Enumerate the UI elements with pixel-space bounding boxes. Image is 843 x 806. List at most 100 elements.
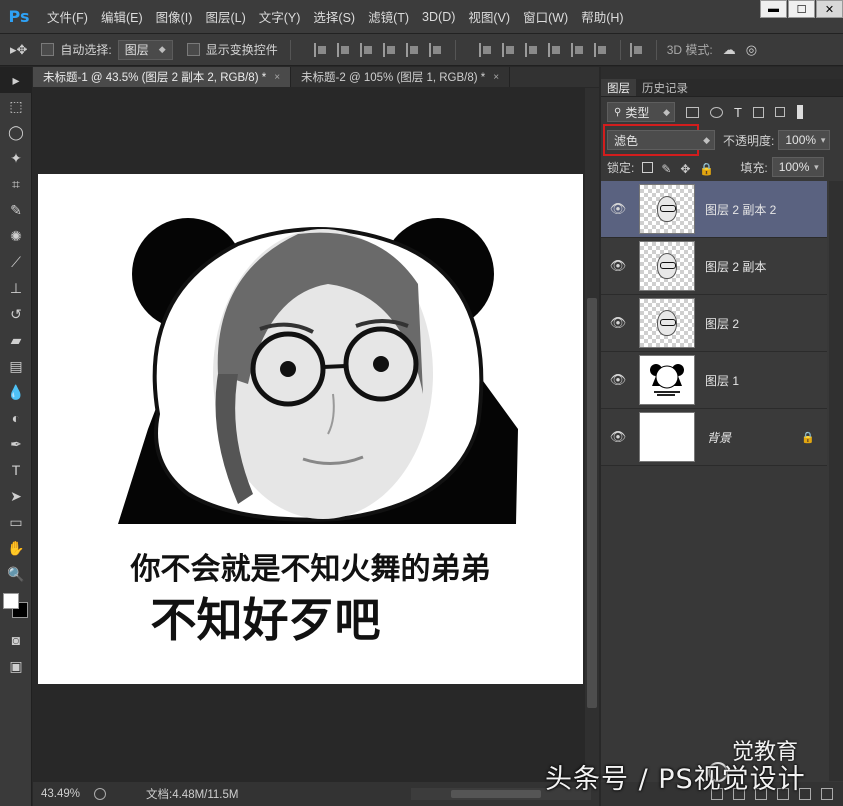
foreground-color-swatch[interactable] — [3, 593, 19, 609]
blur-tool-icon[interactable]: 💧 — [0, 379, 32, 405]
menu-view[interactable]: 视图(V) — [468, 7, 510, 26]
layer-name[interactable]: 背景 — [707, 429, 731, 446]
tab-document-1[interactable]: 未标题-1 @ 43.5% (图层 2 副本 2, RGB/8) * × — [33, 67, 292, 87]
layer-name[interactable]: 图层 2 副本 — [705, 258, 766, 275]
brush-tool-icon[interactable]: ⟋ — [0, 249, 32, 275]
minimize-button[interactable]: ▬ — [760, 0, 787, 18]
zoom-tool-icon[interactable]: 🔍 — [0, 561, 32, 587]
eye-icon[interactable]: 👁 — [609, 258, 627, 274]
distribute-top-icon[interactable] — [478, 42, 493, 57]
3d-rotate-icon[interactable]: ☁ — [723, 42, 736, 58]
align-vcenter-icon[interactable] — [336, 42, 351, 57]
menu-edit[interactable]: 编辑(E) — [101, 7, 143, 26]
move-tool-icon[interactable]: ▸✥ — [10, 42, 27, 58]
canvas-vertical-scrollbar[interactable] — [585, 88, 599, 782]
3d-roll-icon[interactable]: ◎ — [746, 42, 757, 58]
distribute-hcenter-icon[interactable] — [570, 42, 585, 57]
scroll-thumb[interactable] — [587, 298, 597, 708]
eye-icon[interactable]: 👁 — [609, 315, 627, 331]
close-tab-icon[interactable]: × — [493, 72, 499, 83]
dodge-tool-icon[interactable]: ◐ — [0, 405, 32, 431]
align-right-icon[interactable] — [428, 42, 443, 57]
lock-all-icon[interactable]: 🔒 — [699, 162, 714, 176]
shape-tool-icon[interactable]: ▭ — [0, 509, 32, 535]
healing-brush-tool-icon[interactable]: ✺ — [0, 223, 32, 249]
distribute-right-icon[interactable] — [593, 42, 608, 57]
tab-layers[interactable]: 图层 — [601, 79, 636, 96]
crop-tool-icon[interactable]: ⌗ — [0, 171, 32, 197]
hand-tool-icon[interactable]: ✋ — [0, 535, 32, 561]
smart-object-filter-icon[interactable] — [774, 107, 785, 117]
zoom-level[interactable]: 43.49% — [41, 788, 80, 800]
document-canvas[interactable]: 你不会就是不知火舞的弟弟 不知好歹吧 — [38, 174, 583, 684]
close-tab-icon[interactable]: × — [274, 72, 280, 83]
distribute-left-icon[interactable] — [547, 42, 562, 57]
layer-row[interactable]: 👁 背景 🔒 — [601, 409, 827, 466]
align-left-icon[interactable] — [382, 42, 397, 57]
menu-image[interactable]: 图像(I) — [156, 7, 193, 26]
opacity-field[interactable]: 100% ▾ — [778, 130, 831, 150]
distribute-bottom-icon[interactable] — [524, 42, 539, 57]
move-tool-icon[interactable]: ▸ — [0, 67, 32, 93]
layer-row[interactable]: 👁 图层 2 副本 2 — [601, 181, 827, 238]
eye-icon[interactable]: 👁 — [609, 372, 627, 388]
lasso-tool-icon[interactable]: ◯ — [0, 119, 32, 145]
pixel-filter-icon[interactable] — [686, 106, 699, 118]
lock-position-icon[interactable]: ✥ — [680, 162, 691, 176]
tab-document-2[interactable]: 未标题-2 @ 105% (图层 1, RGB/8) * × — [291, 67, 511, 87]
maximize-button[interactable]: ☐ — [788, 0, 815, 18]
filter-toggle-icon[interactable] — [796, 105, 803, 119]
align-bottom-icon[interactable] — [359, 42, 374, 57]
align-hcenter-icon[interactable] — [405, 42, 420, 57]
screen-mode-icon[interactable]: ▣ — [0, 653, 32, 679]
auto-select-dropdown[interactable]: 图层 ◆ — [117, 39, 173, 60]
lock-pixels-icon[interactable]: ✎ — [661, 162, 672, 176]
eye-icon[interactable]: 👁 — [609, 429, 627, 445]
menu-window[interactable]: 窗口(W) — [523, 7, 568, 26]
menu-select[interactable]: 选择(S) — [313, 7, 355, 26]
eye-icon[interactable]: 👁 — [609, 201, 627, 217]
eraser-tool-icon[interactable]: ▰ — [0, 327, 32, 353]
layer-name[interactable]: 图层 2 — [705, 315, 739, 332]
panel-collapse-bar[interactable] — [601, 67, 843, 79]
path-selection-tool-icon[interactable]: ➤ — [0, 483, 32, 509]
type-tool-icon[interactable]: T — [0, 457, 32, 483]
menu-filter[interactable]: 滤镜(T) — [368, 7, 409, 26]
menu-3d[interactable]: 3D(D) — [422, 10, 455, 24]
align-top-icon[interactable] — [313, 42, 328, 57]
distribute-vcenter-icon[interactable] — [501, 42, 516, 57]
marquee-tool-icon[interactable]: ⬚ — [0, 93, 32, 119]
type-filter-icon[interactable]: T — [734, 105, 742, 120]
layer-filter-dropdown[interactable]: ⚲ 类型 ◆ — [607, 102, 675, 122]
tab-history[interactable]: 历史记录 — [636, 79, 694, 96]
layer-row[interactable]: 👁 图层 2 副本 — [601, 238, 827, 295]
layer-row[interactable]: 👁 图层 2 — [601, 295, 827, 352]
layers-scrollbar[interactable] — [829, 181, 843, 781]
gradient-tool-icon[interactable]: ▤ — [0, 353, 32, 379]
menu-help[interactable]: 帮助(H) — [581, 7, 623, 26]
menu-file[interactable]: 文件(F) — [47, 7, 88, 26]
eyedropper-tool-icon[interactable]: ✎ — [0, 197, 32, 223]
auto-select-checkbox[interactable] — [41, 43, 55, 56]
show-transform-checkbox[interactable] — [186, 43, 200, 56]
menu-type[interactable]: 文字(Y) — [259, 7, 301, 26]
layer-row[interactable]: 👁 图层 1 — [601, 352, 827, 409]
trash-icon[interactable] — [821, 788, 833, 800]
blend-mode-dropdown[interactable]: 滤色 ◆ — [607, 130, 715, 150]
adjustment-filter-icon[interactable] — [710, 106, 723, 118]
close-button[interactable]: ✕ — [816, 0, 843, 18]
layer-name[interactable]: 图层 1 — [705, 372, 739, 389]
auto-align-icon[interactable] — [629, 42, 644, 57]
fill-field[interactable]: 100% ▾ — [771, 157, 824, 177]
status-info-icon[interactable] — [94, 788, 107, 800]
magic-wand-tool-icon[interactable]: ✦ — [0, 145, 32, 171]
history-brush-tool-icon[interactable]: ↺ — [0, 301, 32, 327]
layer-name[interactable]: 图层 2 副本 2 — [705, 201, 776, 218]
quick-mask-icon[interactable]: ◙ — [0, 627, 32, 653]
pen-tool-icon[interactable]: ✒ — [0, 431, 32, 457]
shape-filter-icon[interactable] — [752, 106, 764, 118]
clone-stamp-tool-icon[interactable]: ⊥ — [0, 275, 32, 301]
scroll-thumb[interactable] — [451, 790, 541, 798]
menu-layer[interactable]: 图层(L) — [205, 7, 245, 26]
lock-transparency-icon[interactable] — [642, 161, 654, 173]
